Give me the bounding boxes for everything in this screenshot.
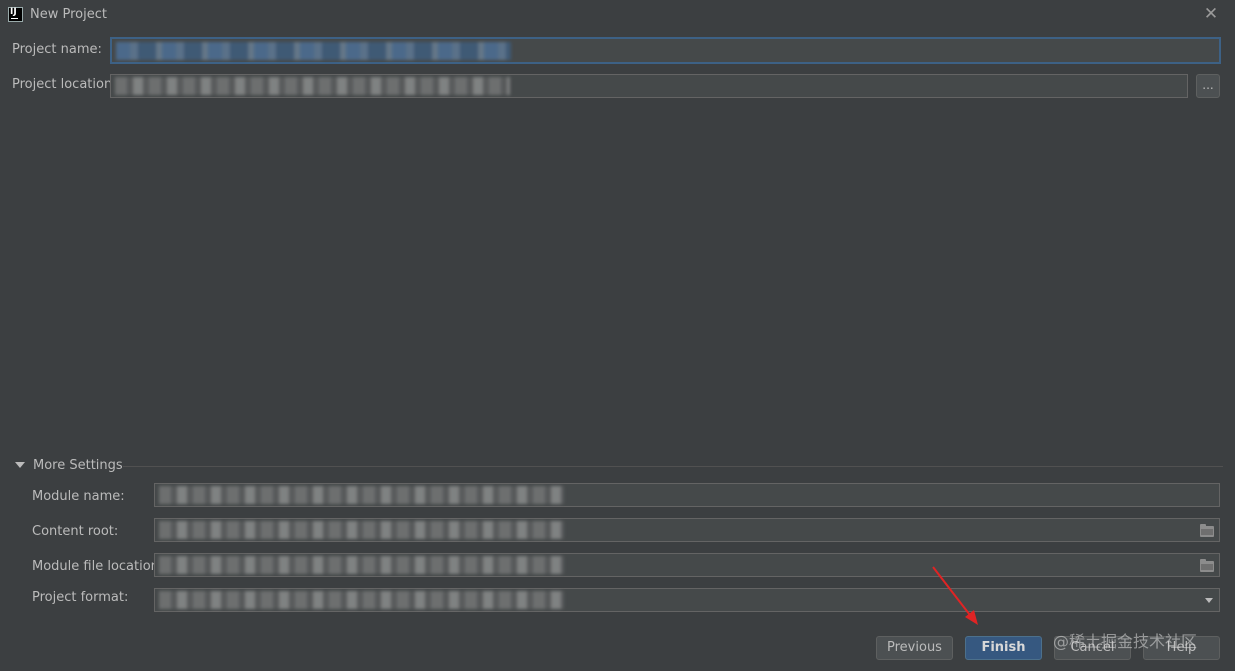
- content-root-label: Content root:: [32, 524, 119, 539]
- folder-icon[interactable]: [1200, 524, 1214, 537]
- collapse-triangle-icon[interactable]: [15, 462, 25, 468]
- window-title: New Project: [30, 7, 107, 22]
- content-root-field[interactable]: [154, 518, 1220, 542]
- redacted-value: [159, 486, 564, 504]
- project-name-label: Project name:: [12, 42, 102, 57]
- redacted-value: [159, 556, 564, 574]
- module-file-location-label: Module file location:: [32, 559, 164, 574]
- more-settings-toggle[interactable]: More Settings: [33, 458, 123, 473]
- module-name-label: Module name:: [32, 489, 125, 504]
- folder-icon[interactable]: [1200, 559, 1214, 572]
- redacted-value: [159, 521, 564, 539]
- chevron-down-icon[interactable]: [1205, 598, 1213, 603]
- project-name-field[interactable]: [110, 37, 1221, 64]
- browse-button[interactable]: ...: [1196, 74, 1220, 98]
- divider: [123, 466, 1223, 467]
- title-bar: [0, 0, 1235, 30]
- finish-button[interactable]: Finish: [965, 636, 1042, 660]
- module-file-location-field[interactable]: [154, 553, 1220, 577]
- close-icon[interactable]: ✕: [1203, 5, 1219, 23]
- redacted-value: [115, 77, 510, 95]
- project-format-select[interactable]: [154, 588, 1220, 612]
- redacted-value: [159, 591, 564, 609]
- intellij-idea-icon: [8, 7, 23, 22]
- project-format-label: Project format:: [32, 590, 129, 605]
- redacted-value: [116, 42, 511, 60]
- module-name-field[interactable]: [154, 483, 1220, 507]
- annotation-arrow: [932, 566, 978, 625]
- watermark: @稀土掘金技术社区: [1053, 632, 1198, 651]
- project-location-label: Project location:: [12, 77, 117, 92]
- previous-button[interactable]: Previous: [876, 636, 953, 660]
- project-location-field[interactable]: [110, 74, 1188, 98]
